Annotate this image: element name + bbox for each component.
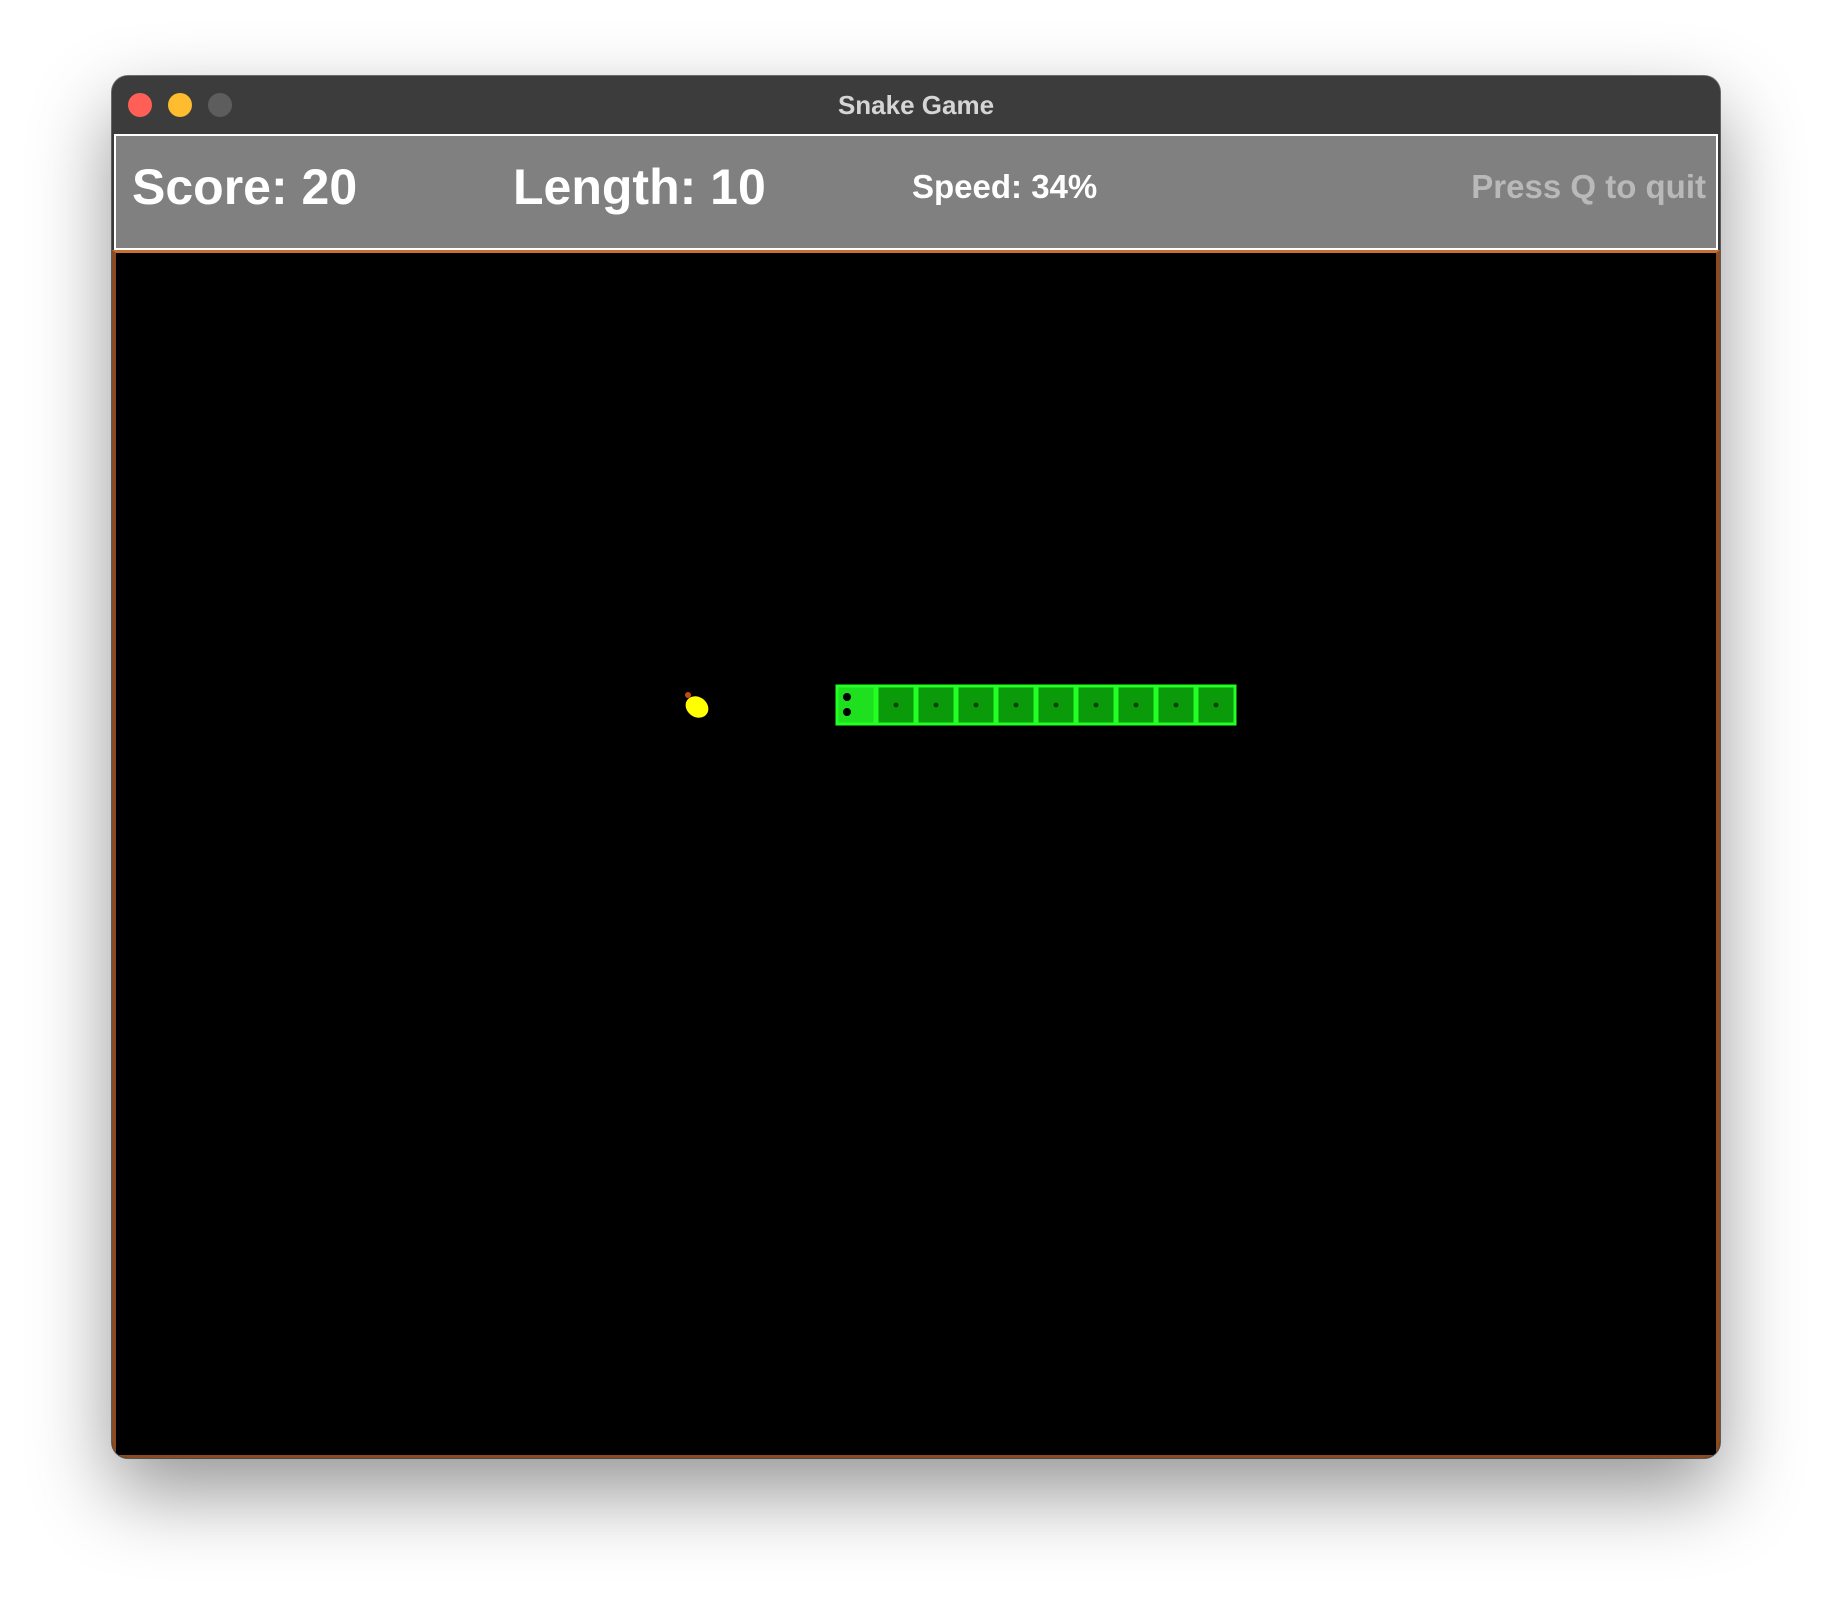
game-window: Snake Game Score: 20 Length: 10 Speed: 3… [112, 76, 1720, 1458]
snake-head [835, 684, 877, 726]
segment-dot [1013, 702, 1019, 708]
hud-bar: Score: 20 Length: 10 Speed: 34% Press Q … [114, 134, 1718, 250]
speed-label: Speed: 34% [912, 168, 1098, 205]
segment-dot [973, 702, 979, 708]
window-title: Snake Game [837, 90, 995, 120]
segment-dot [893, 702, 899, 708]
snake-eye [843, 693, 851, 701]
score-label: Score: 20 [132, 159, 358, 215]
length-label: Length: 10 [513, 159, 766, 215]
segment-dot [1093, 702, 1099, 708]
segment-dot [1213, 702, 1219, 708]
board-canvas [685, 684, 1237, 726]
segment-dot [1173, 702, 1179, 708]
title-bar: Snake Game [112, 76, 1720, 134]
game-board[interactable] [112, 250, 1720, 1458]
quit-hint: Press Q to quit [1471, 168, 1706, 205]
segment-dot [1133, 702, 1139, 708]
segment-dot [1053, 702, 1059, 708]
snake-eye [843, 708, 851, 716]
food-stem [685, 692, 691, 698]
segment-dot [933, 702, 939, 708]
lemon-icon [685, 692, 709, 718]
